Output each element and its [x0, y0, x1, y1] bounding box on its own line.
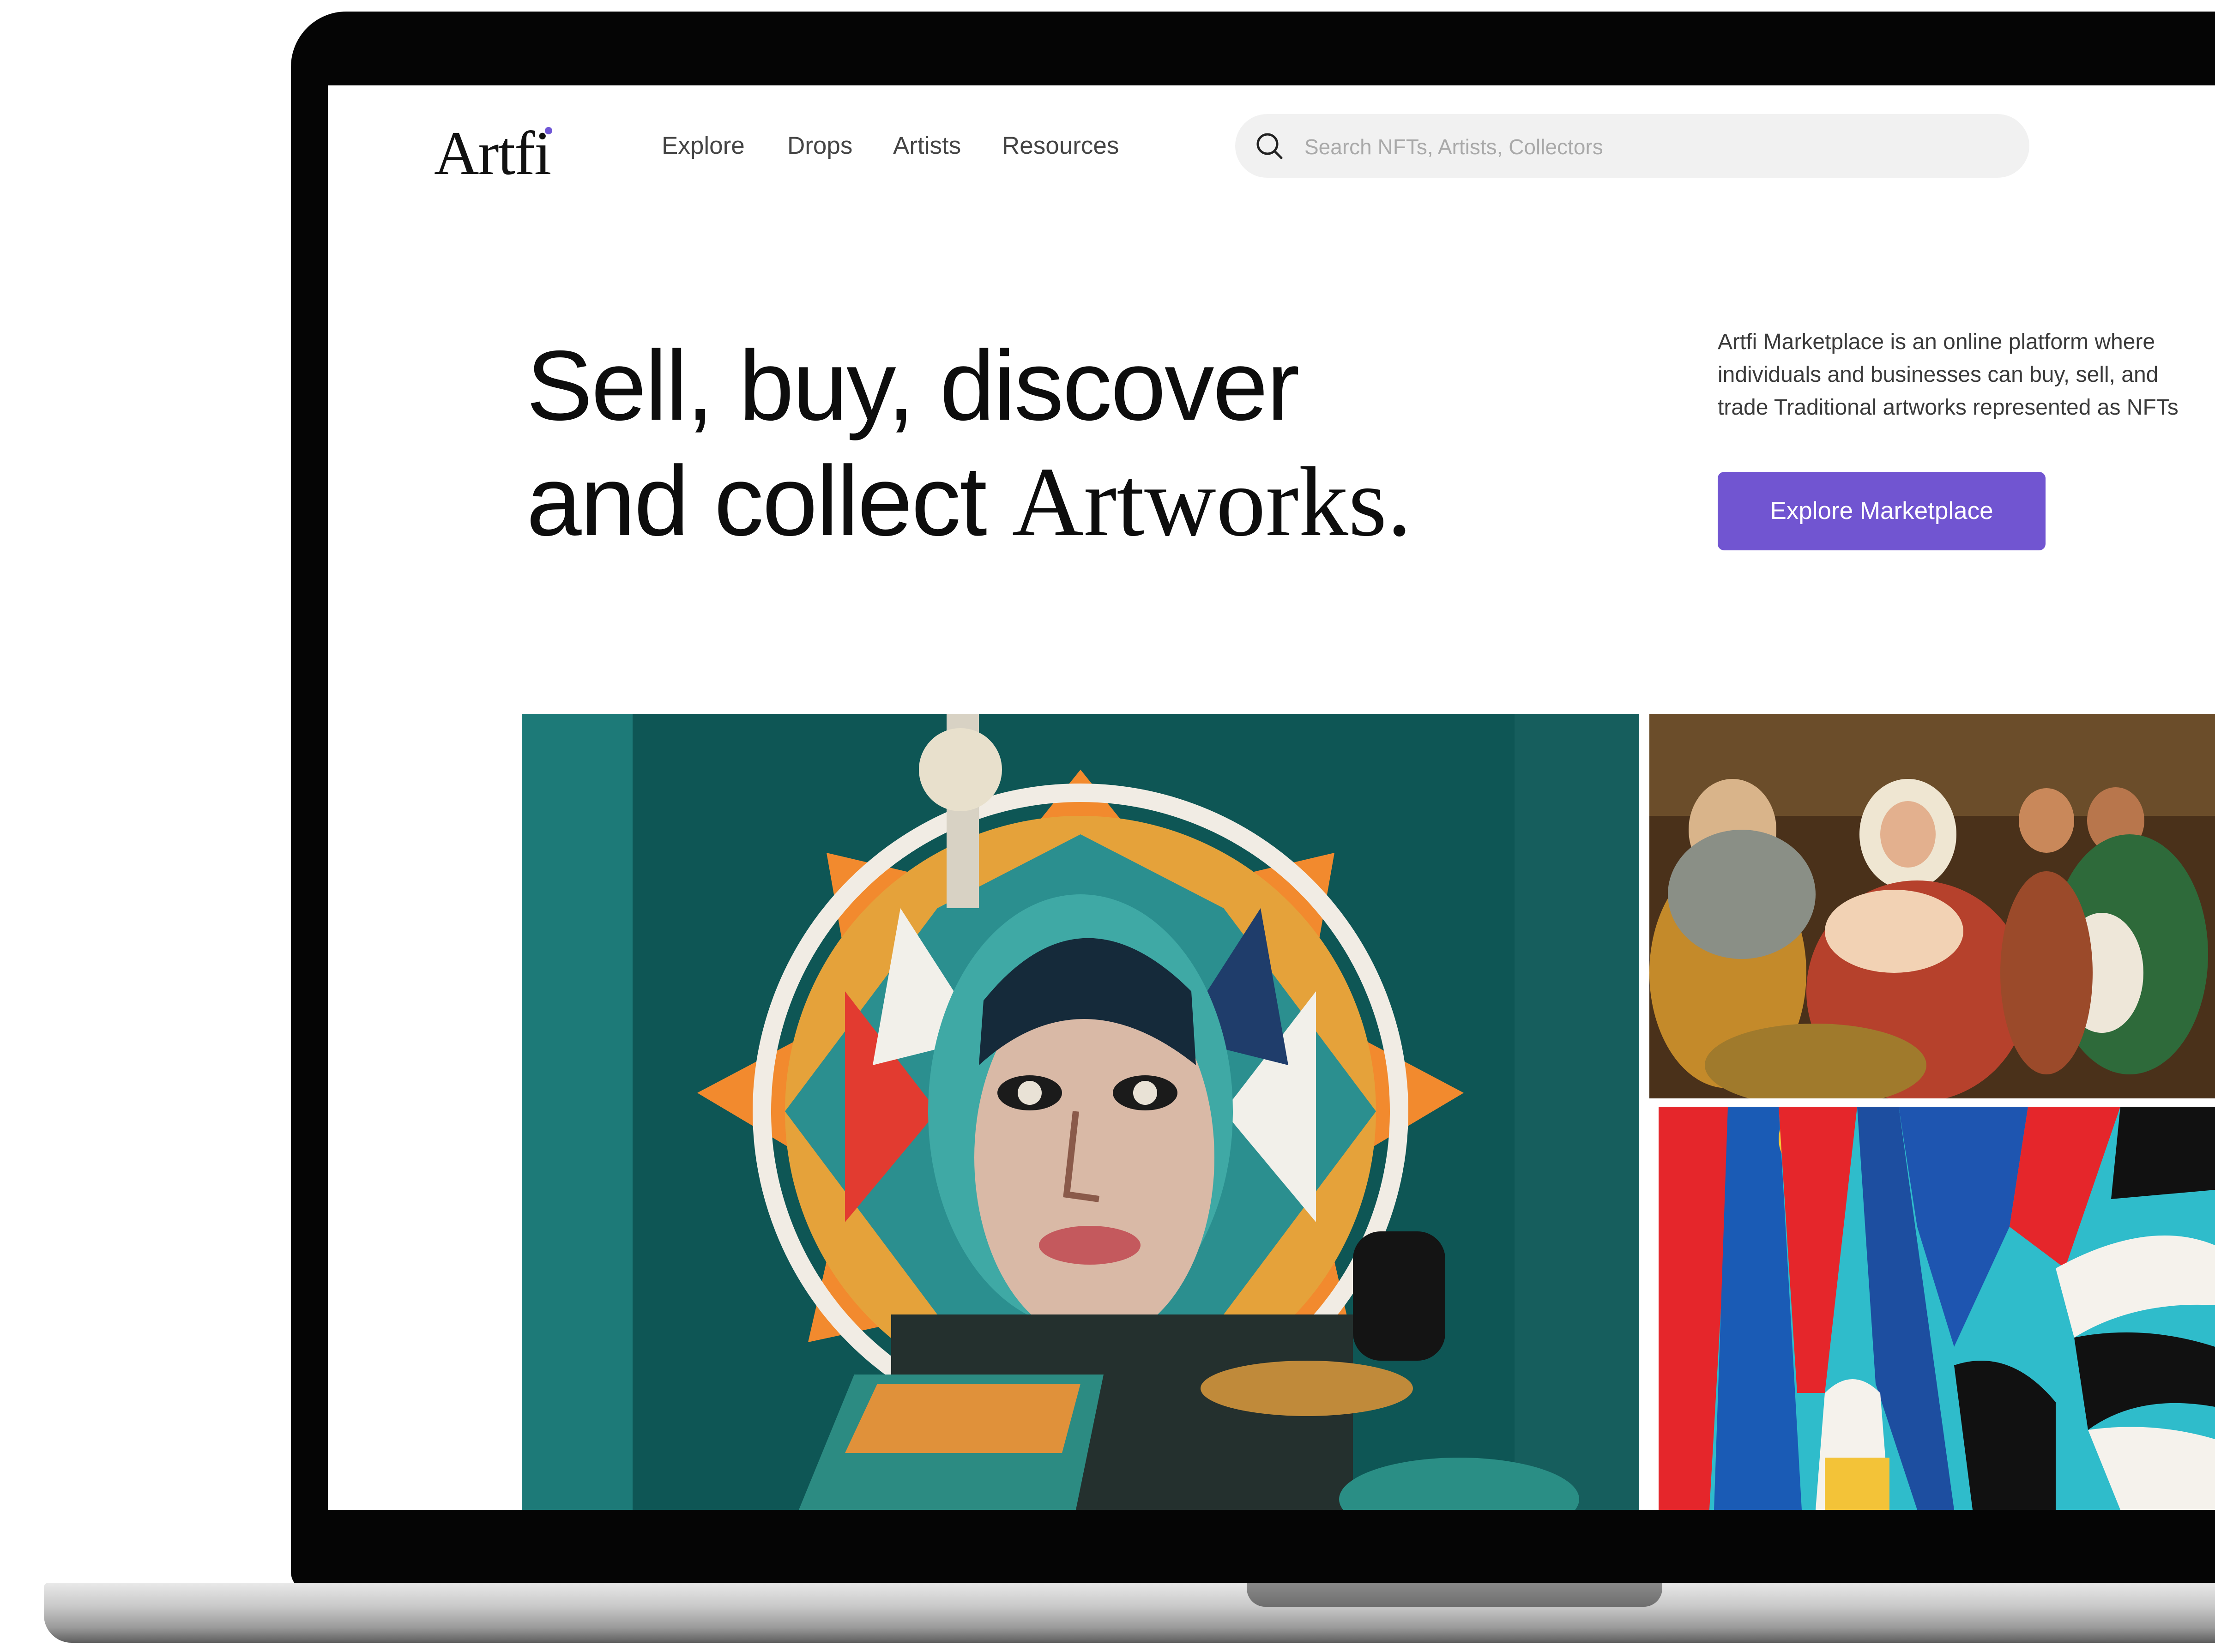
search-icon — [1256, 133, 1283, 159]
street-mural-portrait-image[interactable] — [522, 714, 1639, 1510]
laptop-base — [44, 1583, 2215, 1643]
headline-line-2-sans: and collect — [526, 445, 1012, 556]
laptop-screen: Artfi Explore Drops Artists Resources Se… — [328, 85, 2215, 1510]
laptop-hinge-notch — [1247, 1583, 1662, 1607]
description-line: Artfi Marketplace is an online platform … — [1718, 330, 2155, 354]
logo-accent-dot — [545, 127, 552, 134]
hero-description: Artfi Marketplace is an online platform … — [1718, 326, 2215, 424]
abstract-artwork — [1659, 1107, 2215, 1510]
headline-line-1: Sell, buy, discover — [526, 330, 1300, 441]
description-line: trade Traditional artworks represented a… — [1718, 395, 2179, 420]
mural-artwork — [522, 714, 1639, 1510]
nav-item-resources[interactable]: Resources — [1002, 132, 1119, 160]
abstract-colorful-mural-image[interactable] — [1659, 1107, 2215, 1510]
nav-item-artists[interactable]: Artists — [893, 132, 961, 160]
search-bar[interactable]: Search NFTs, Artists, Collectors — [1235, 114, 2029, 178]
explore-marketplace-button[interactable]: Explore Marketplace — [1718, 472, 2046, 550]
headline-line-2: and collect Artworks. — [526, 443, 1412, 560]
headline-line-2-serif: Artworks. — [1012, 446, 1412, 557]
hero-headline: Sell, buy, discover and collect Artworks… — [526, 328, 1412, 560]
artfi-logo[interactable]: Artfi — [434, 118, 551, 189]
renaissance-nativity-painting-image[interactable] — [1649, 714, 2215, 1098]
search-input[interactable]: Search NFTs, Artists, Collectors — [1304, 134, 1603, 159]
nav-item-explore[interactable]: Explore — [662, 132, 745, 160]
nav-item-drops[interactable]: Drops — [787, 132, 852, 160]
nativity-artwork — [1649, 714, 2215, 1098]
description-line: individuals and businesses can buy, sell… — [1718, 362, 2159, 387]
